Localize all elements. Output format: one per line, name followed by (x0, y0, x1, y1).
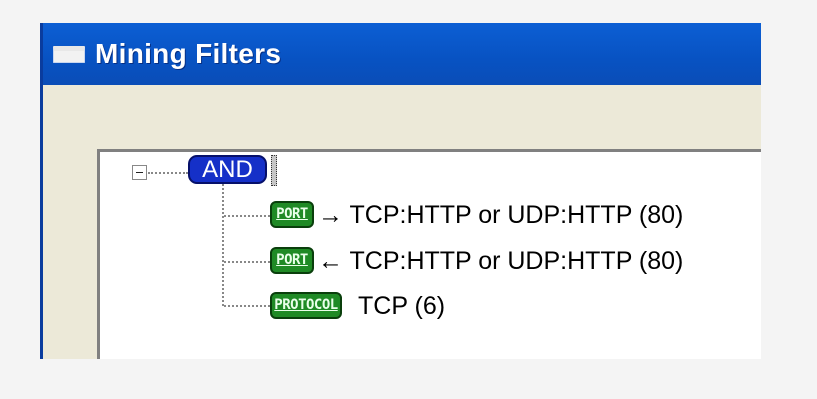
window-content: AND PORT → TCP:HTTP or UDP:HTTP (80) POR… (43, 85, 761, 359)
mining-filters-window: Mining Filters AND PORT → TCP:HTTP or UD… (40, 23, 761, 359)
filter-tree[interactable]: AND PORT → TCP:HTTP or UDP:HTTP (80) POR… (97, 149, 761, 359)
filter-description[interactable]: TCP (6) (358, 292, 445, 321)
window-title: Mining Filters (95, 38, 282, 69)
filter-description[interactable]: ← TCP:HTTP or UDP:HTTP (80) (318, 247, 683, 276)
filter-description[interactable]: → TCP:HTTP or UDP:HTTP (80) (318, 201, 683, 230)
selection-indicator (271, 155, 277, 186)
tree-connector (148, 172, 188, 174)
window-icon (53, 45, 85, 63)
port-filter-badge[interactable]: PORT (270, 201, 314, 228)
tree-connector (224, 305, 270, 307)
collapse-toggle[interactable] (132, 165, 147, 180)
title-bar[interactable]: Mining Filters (43, 23, 761, 85)
and-node-label: AND (202, 156, 253, 183)
protocol-filter-badge[interactable]: PROTOCOL (270, 292, 342, 319)
tree-connector (224, 261, 270, 263)
tree-connector (222, 184, 224, 306)
and-node[interactable]: AND (188, 155, 267, 184)
tree-connector (224, 215, 270, 217)
port-filter-badge[interactable]: PORT (270, 247, 314, 274)
